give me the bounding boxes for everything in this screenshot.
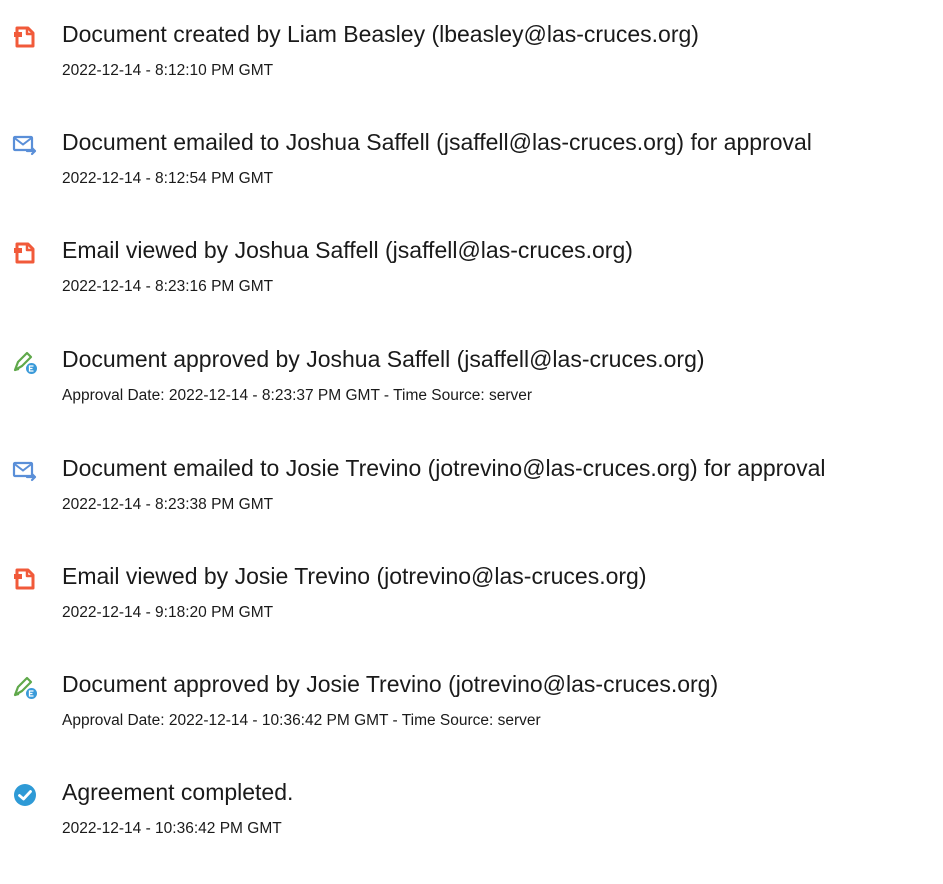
email-sent-icon	[12, 458, 38, 484]
audit-event: Document emailed to Josie Trevino (jotre…	[0, 452, 943, 532]
event-timestamp: 2022-12-14 - 8:23:38 PM GMT	[62, 496, 274, 513]
audit-event: Email viewed by Josie Trevino (jotrevino…	[0, 560, 943, 640]
event-title: Email viewed by Joshua Saffell (jsaffell…	[62, 237, 633, 263]
event-approval-detail: Approval Date: 2022-12-14 - 8:23:37 PM G…	[62, 387, 533, 404]
audit-event: Email viewed by Joshua Saffell (jsaffell…	[0, 234, 943, 314]
pdf-document-icon	[12, 240, 38, 266]
event-title: Document created by Liam Beasley (lbeasl…	[62, 21, 699, 47]
event-timestamp: 2022-12-14 - 10:36:42 PM GMT	[62, 820, 282, 837]
checkmark-circle-icon	[12, 782, 38, 808]
audit-event: Document emailed to Joshua Saffell (jsaf…	[0, 126, 943, 206]
event-timestamp: 2022-12-14 - 8:12:54 PM GMT	[62, 170, 274, 187]
email-sent-icon	[12, 132, 38, 158]
approval-pen-icon	[12, 674, 38, 700]
event-title: Email viewed by Josie Trevino (jotrevino…	[62, 563, 647, 589]
event-title: Document emailed to Josie Trevino (jotre…	[62, 455, 826, 481]
event-approval-detail: Approval Date: 2022-12-14 - 10:36:42 PM …	[62, 712, 541, 729]
approval-pen-icon	[12, 349, 38, 375]
audit-event: Document approved by Josie Trevino (jotr…	[0, 668, 943, 748]
audit-event: Document created by Liam Beasley (lbeasl…	[0, 18, 943, 98]
event-timestamp: 2022-12-14 - 9:18:20 PM GMT	[62, 604, 274, 621]
event-title: Document emailed to Joshua Saffell (jsaf…	[62, 129, 812, 155]
event-title: Document approved by Josie Trevino (jotr…	[62, 671, 719, 697]
event-title: Agreement completed.	[62, 779, 294, 805]
audit-event: Agreement completed. 2022-12-14 - 10:36:…	[0, 776, 943, 856]
event-title: Document approved by Joshua Saffell (jsa…	[62, 346, 705, 372]
audit-event: Document approved by Joshua Saffell (jsa…	[0, 343, 943, 423]
event-timestamp: 2022-12-14 - 8:23:16 PM GMT	[62, 278, 274, 295]
pdf-document-icon	[12, 24, 38, 50]
event-timestamp: 2022-12-14 - 8:12:10 PM GMT	[62, 62, 274, 79]
audit-event-list: Document created by Liam Beasley (lbeasl…	[0, 0, 943, 884]
pdf-document-icon	[12, 566, 38, 592]
